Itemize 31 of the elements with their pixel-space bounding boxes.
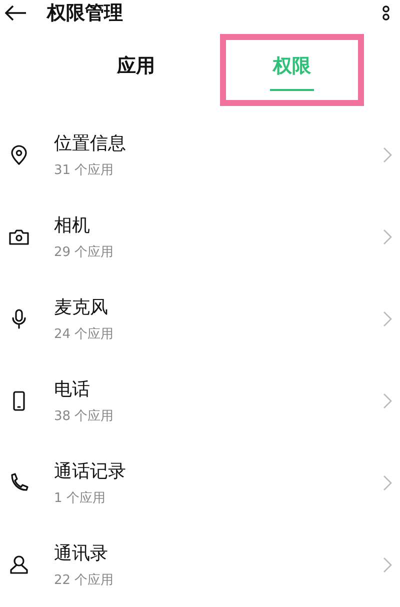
app-count: 24 个应用	[54, 326, 115, 343]
phone-handset-icon	[8, 472, 30, 494]
permission-item[interactable]: 通讯录 22 个应用	[0, 524, 400, 606]
chevron-right-icon	[383, 311, 392, 327]
permission-name: 位置信息	[54, 132, 127, 155]
person-icon	[8, 554, 30, 576]
page-title: 权限管理	[47, 1, 124, 26]
more-options-icon[interactable]	[382, 5, 390, 21]
back-icon[interactable]	[5, 5, 27, 21]
app-count: 1 个应用	[54, 490, 106, 507]
chevron-right-icon	[383, 147, 392, 163]
tab[interactable]: 应用	[114, 49, 158, 91]
permission-item[interactable]: 麦克风 24 个应用	[0, 278, 400, 360]
app-count: 22 个应用	[54, 572, 115, 589]
permission-item[interactable]: 相机 29 个应用	[0, 196, 400, 278]
app-count: 31 个应用	[54, 162, 115, 179]
chevron-right-icon	[383, 229, 392, 245]
app-count: 29 个应用	[54, 244, 115, 261]
permission-item[interactable]: 通话记录 1 个应用	[0, 442, 400, 524]
permission-name: 电话	[54, 378, 91, 401]
app-count: 38 个应用	[54, 408, 115, 425]
location-pin-icon	[8, 144, 30, 166]
permission-name: 相机	[54, 214, 91, 237]
permission-name: 通话记录	[54, 460, 127, 483]
chevron-right-icon	[383, 475, 392, 491]
permission-item[interactable]: 电话 38 个应用	[0, 360, 400, 442]
chevron-right-icon	[383, 393, 392, 409]
permission-name: 通讯录	[54, 542, 109, 565]
permission-name: 麦克风	[54, 296, 109, 319]
permission-item[interactable]: 位置信息 31 个应用	[0, 114, 400, 196]
chevron-right-icon	[383, 557, 392, 573]
